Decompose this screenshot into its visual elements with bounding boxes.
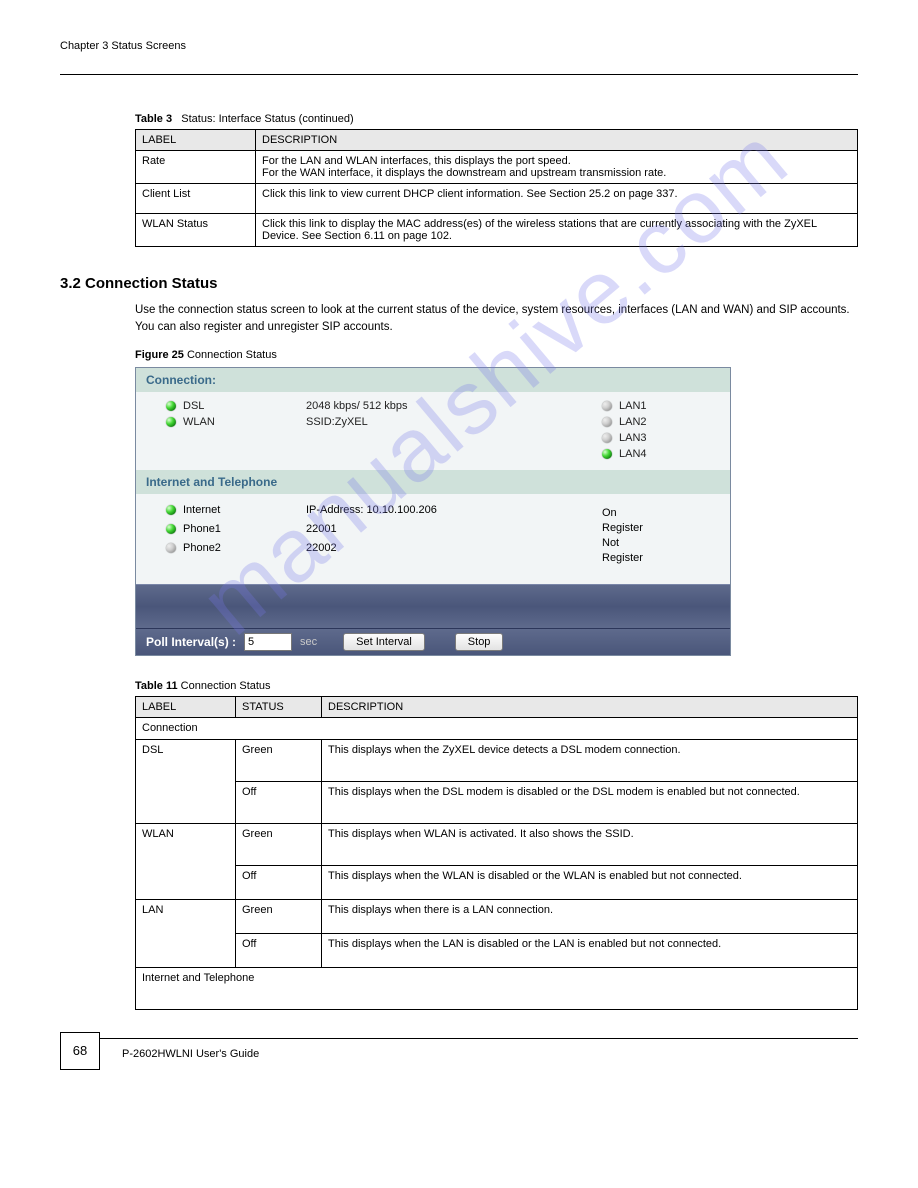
- cell-desc: This displays when WLAN is activated. It…: [322, 823, 858, 865]
- stop-button[interactable]: Stop: [455, 633, 504, 651]
- set-interval-button[interactable]: Set Interval: [343, 633, 425, 651]
- lan3-label: LAN3: [619, 432, 647, 444]
- cell-desc: This displays when the LAN is disabled o…: [322, 933, 858, 967]
- cell-off: Off: [236, 933, 322, 967]
- wlan-led-icon: [166, 417, 176, 427]
- cell-desc: This displays when the ZyXEL device dete…: [322, 739, 858, 781]
- table-row: Rate For the LAN and WLAN interfaces, th…: [136, 151, 858, 184]
- page-number: 68: [60, 1032, 100, 1070]
- cell-internet-telephone: Internet and Telephone: [136, 967, 858, 1009]
- cell-off: Off: [236, 865, 322, 899]
- table-row: Off This displays when the LAN is disabl…: [136, 933, 858, 967]
- poll-unit: sec: [300, 636, 317, 648]
- page-header: Chapter 3 Status Screens: [60, 40, 858, 52]
- table11: LABEL STATUS DESCRIPTION Connection DSL …: [135, 696, 858, 1010]
- phone2-label: Phone2: [183, 542, 221, 554]
- table-row: Connection: [136, 717, 858, 739]
- table11-header-label: LABEL: [136, 696, 236, 717]
- dsl-rate: 2048 kbps/ 512 kbps: [306, 400, 536, 412]
- cell-label: Rate: [136, 151, 256, 184]
- cell-lan: LAN: [136, 899, 236, 967]
- cell-green: Green: [236, 739, 322, 781]
- table-row: WLAN Status Click this link to display t…: [136, 214, 858, 247]
- cell-green: Green: [236, 899, 322, 933]
- cell-green: Green: [236, 823, 322, 865]
- phone1-led-icon: [166, 524, 176, 534]
- phone2-led-icon: [166, 543, 176, 553]
- table-row: Off This displays when the WLAN is disab…: [136, 865, 858, 899]
- header-rule: [60, 74, 858, 75]
- cell-label: Client List: [136, 184, 256, 214]
- connection-status-panel: Connection: DSL WLAN 2048 kbps/ 512 kbps…: [135, 367, 731, 655]
- phone1-number: 22001: [306, 523, 536, 535]
- table3-caption-bold: Table 3: [135, 113, 181, 125]
- lan4-led-icon: [602, 449, 612, 459]
- cell-desc: This displays when there is a LAN connec…: [322, 899, 858, 933]
- table-row: Client List Click this link to view curr…: [136, 184, 858, 214]
- cell-desc: For the LAN and WLAN interfaces, this di…: [256, 151, 858, 184]
- lan4-label: LAN4: [619, 448, 647, 460]
- internet-body: Internet Phone1 Phone2 IP-Address: 10.10…: [136, 494, 730, 583]
- table3: LABEL DESCRIPTION Rate For the LAN and W…: [135, 129, 858, 247]
- table11-caption: Table 11 Connection Status: [135, 680, 858, 692]
- table3-caption: Table 3 Status: Interface Status (contin…: [135, 113, 858, 125]
- cell-desc: Click this link to display the MAC addre…: [256, 214, 858, 247]
- page-footer: 68 P-2602HWLNI User's Guide: [60, 1038, 858, 1070]
- table-row: Off This displays when the DSL modem is …: [136, 781, 858, 823]
- lan2-led-icon: [602, 417, 612, 427]
- connection-body: DSL WLAN 2048 kbps/ 512 kbps SSID:ZyXEL …: [136, 392, 730, 470]
- phone1-label: Phone1: [183, 523, 221, 535]
- poll-interval-input[interactable]: [244, 633, 292, 651]
- section-title-internet: Internet and Telephone: [136, 470, 730, 494]
- cell-desc: This displays when the DSL modem is disa…: [322, 781, 858, 823]
- decorative-band: [136, 584, 730, 629]
- table11-header-desc: DESCRIPTION: [322, 696, 858, 717]
- phone2-number: 22002: [306, 542, 536, 554]
- table11-caption-prefix: Table 11: [135, 680, 181, 692]
- lan1-led-icon: [602, 401, 612, 411]
- poll-bar: Poll Interval(s) : sec Set Interval Stop: [136, 629, 730, 655]
- table-row: LAN Green This displays when there is a …: [136, 899, 858, 933]
- ip-address: IP-Address: 10.10.100.206: [306, 504, 536, 516]
- status-register1: Register: [602, 521, 712, 536]
- table3-caption-text: Status: Interface Status (continued): [181, 113, 353, 125]
- section-text: Use the connection status screen to look…: [135, 302, 858, 335]
- lan2-label: LAN2: [619, 416, 647, 428]
- internet-led-icon: [166, 505, 176, 515]
- table-row: Internet and Telephone: [136, 967, 858, 1009]
- table3-header-label: LABEL: [136, 130, 256, 151]
- table11-caption-text: Connection Status: [181, 680, 271, 692]
- status-on: On: [602, 506, 712, 521]
- cell-dsl: DSL: [136, 739, 236, 823]
- cell-off: Off: [236, 781, 322, 823]
- lan1-label: LAN1: [619, 400, 647, 412]
- section-heading: 3.2 Connection Status: [60, 275, 858, 292]
- dsl-label: DSL: [183, 400, 204, 412]
- cell-desc: This displays when the WLAN is disabled …: [322, 865, 858, 899]
- cell-connection: Connection: [136, 717, 858, 739]
- table11-header-status: STATUS: [236, 696, 322, 717]
- status-not: Not: [602, 536, 712, 551]
- cell-wlan: WLAN: [136, 823, 236, 899]
- status-register2: Register: [602, 551, 712, 566]
- wlan-label: WLAN: [183, 416, 215, 428]
- figure-caption-text: Connection Status: [187, 349, 277, 361]
- table3-header-desc: DESCRIPTION: [256, 130, 858, 151]
- wlan-ssid: SSID:ZyXEL: [306, 416, 536, 428]
- section-title-connection: Connection:: [136, 368, 730, 392]
- poll-label: Poll Interval(s) :: [146, 635, 236, 649]
- footer-text: P-2602HWLNI User's Guide: [122, 1048, 259, 1060]
- table-row: DSL Green This displays when the ZyXEL d…: [136, 739, 858, 781]
- cell-label: WLAN Status: [136, 214, 256, 247]
- cell-desc: Click this link to view current DHCP cli…: [256, 184, 858, 214]
- lan3-led-icon: [602, 433, 612, 443]
- dsl-led-icon: [166, 401, 176, 411]
- chapter-label: Chapter 3 Status Screens: [60, 40, 186, 52]
- figure-caption-num: Figure 25: [135, 349, 187, 361]
- figure-caption: Figure 25 Connection Status: [135, 349, 858, 361]
- internet-label: Internet: [183, 504, 220, 516]
- table-row: WLAN Green This displays when WLAN is ac…: [136, 823, 858, 865]
